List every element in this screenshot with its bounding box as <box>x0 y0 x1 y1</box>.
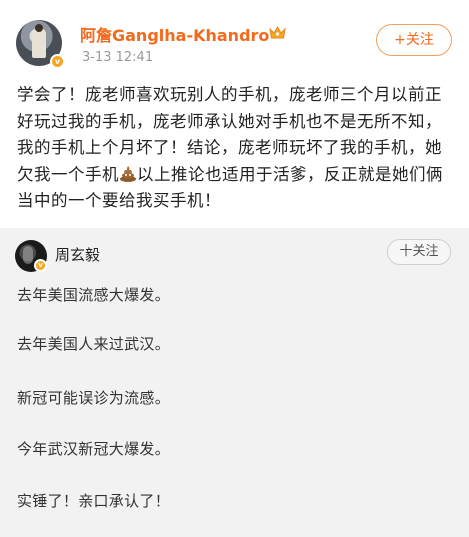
quoted-line-4: 今年武汉新冠大爆发。 <box>17 440 171 458</box>
avatar-head <box>35 24 43 32</box>
post-body: 学会了！庞老师喜欢玩别人的手机，庞老师三个月以前正好玩过我的手机，庞老师承认她对… <box>17 82 457 215</box>
quoted-line-1: 去年美国流感大爆发。 <box>17 286 171 304</box>
poop-emoji-icon <box>120 165 136 182</box>
member-crown-icon <box>269 26 286 39</box>
author-name[interactable]: 阿詹Ganglha-Khandro <box>80 22 269 46</box>
quoted-author-name[interactable]: 周玄毅 <box>55 244 100 265</box>
follow-button[interactable]: +关注 <box>376 24 452 56</box>
avatar-highlight <box>23 246 33 264</box>
quoted-line-2: 去年美国人来过武汉。 <box>17 335 171 353</box>
avatar-figure <box>32 28 46 58</box>
quoted-line-5: 实锤了！亲口承认了！ <box>17 492 171 510</box>
quoted-follow-button[interactable]: 十关注 <box>387 239 451 265</box>
quoted-verified-badge-icon: v <box>34 259 47 272</box>
verified-badge-icon: v <box>50 54 65 69</box>
post-timestamp: 3-13 12:41 <box>82 50 154 65</box>
quoted-line-3: 新冠可能误诊为流感。 <box>17 389 171 407</box>
